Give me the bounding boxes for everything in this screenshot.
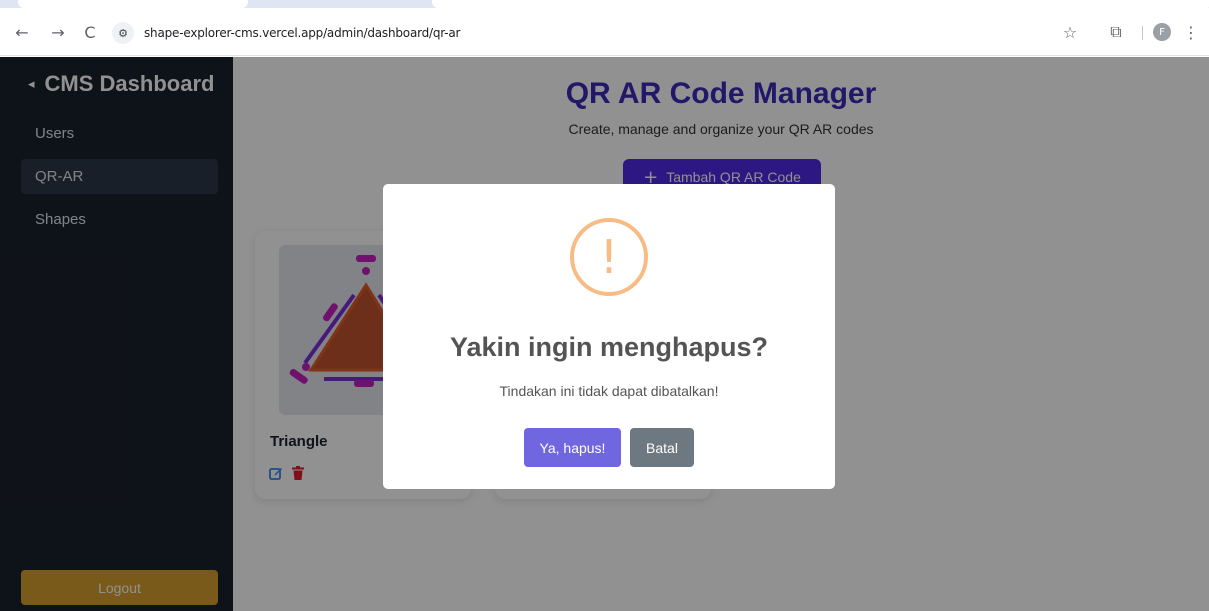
browser-tab-active[interactable]: [432, 0, 1209, 8]
toolbar-separator: [1142, 26, 1143, 40]
browser-menu-icon[interactable]: ⋮: [1180, 20, 1202, 44]
forward-icon[interactable]: →: [46, 20, 70, 44]
profile-avatar: F: [1153, 23, 1171, 41]
confirm-delete-button[interactable]: Ya, hapus!: [524, 428, 621, 467]
site-info-icon[interactable]: ⚙: [112, 22, 134, 44]
url-text[interactable]: shape-explorer-cms.vercel.app/admin/dash…: [144, 26, 460, 40]
back-icon[interactable]: ←: [10, 20, 34, 44]
cancel-button[interactable]: Batal: [630, 428, 694, 467]
confirm-delete-dialog: ! Yakin ingin menghapus? Tindakan ini ti…: [383, 184, 835, 489]
address-bar[interactable]: ⚙ shape-explorer-cms.vercel.app/admin/da…: [112, 19, 1042, 47]
dialog-message: Tindakan ini tidak dapat dibatalkan!: [499, 383, 719, 399]
browser-tab-strip: [0, 0, 1209, 8]
bookmark-star-icon[interactable]: ☆: [1058, 20, 1082, 44]
warning-icon: !: [570, 218, 648, 296]
browser-tab-inactive[interactable]: [18, 0, 248, 8]
browser-toolbar: ← → C ⚙ shape-explorer-cms.vercel.app/ad…: [0, 8, 1209, 56]
dialog-title: Yakin ingin menghapus?: [449, 332, 769, 362]
reload-icon[interactable]: C: [78, 20, 102, 44]
extensions-icon[interactable]: ⧉: [1104, 20, 1128, 44]
profile-button[interactable]: F: [1150, 20, 1174, 44]
